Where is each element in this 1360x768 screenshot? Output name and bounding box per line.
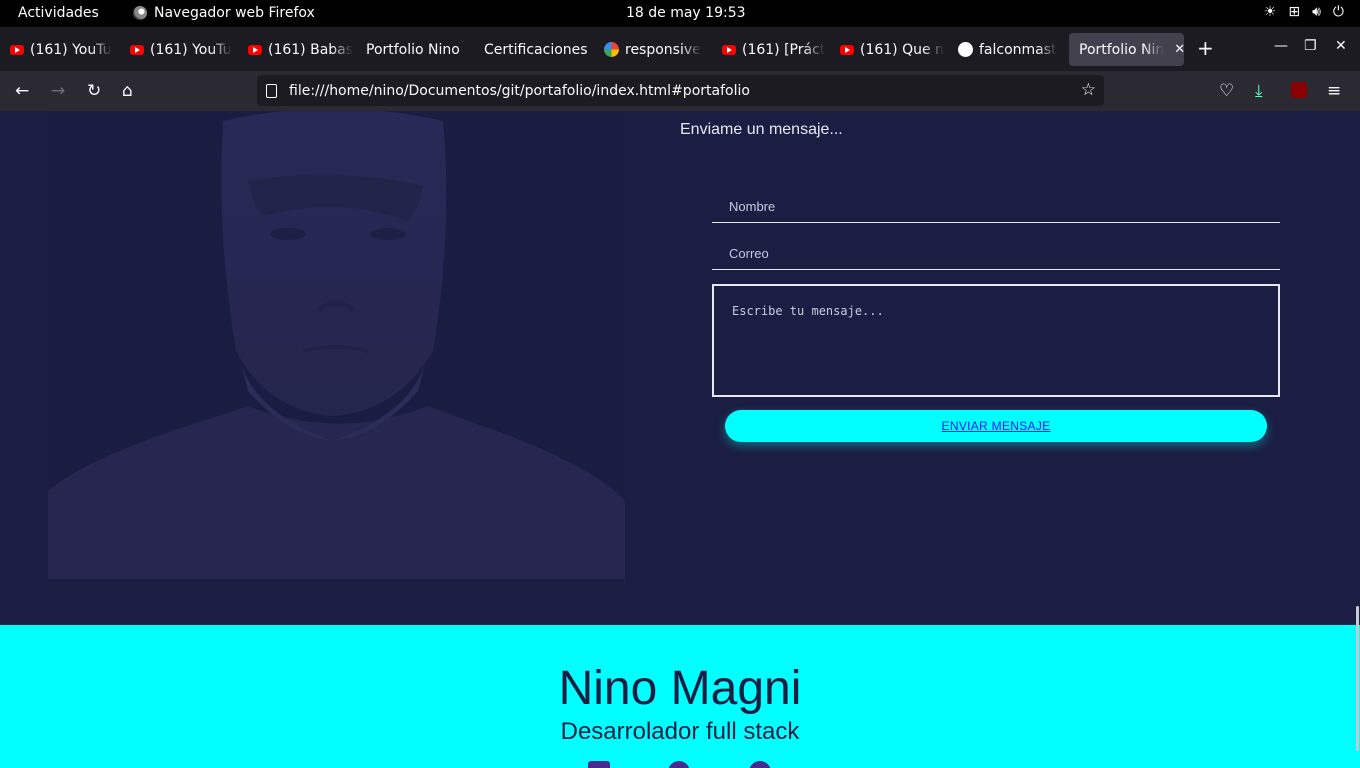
forward-arrow-icon[interactable]: → <box>51 81 65 101</box>
youtube-icon <box>248 44 262 55</box>
tab-label: falconmast <box>979 41 1057 58</box>
ublock-icon[interactable] <box>1291 82 1307 98</box>
url-text[interactable]: file:///home/nino/Documentos/git/portafo… <box>289 83 750 99</box>
bookmark-star-icon[interactable]: ☆ <box>1081 80 1096 100</box>
web-page: Enviame un mensaje... ENVIAR MENSAJE Nin… <box>0 111 1360 768</box>
brightness-icon: ☀ <box>1263 4 1277 20</box>
tab[interactable]: Portfolio Nino <box>356 33 474 66</box>
app-name: Navegador web Firefox <box>154 5 315 21</box>
network-icon: ⊞ <box>1288 4 1301 20</box>
tab-label: Certificaciones <box>484 41 588 58</box>
tab-label: Portfolio Nino <box>366 41 460 58</box>
tab-label: (161) [Práct <box>742 41 826 58</box>
tab[interactable]: Certificaciones <box>474 33 594 66</box>
tab-label: (161) YouTu <box>150 41 232 58</box>
download-icon[interactable]: ⤓ <box>1255 81 1263 101</box>
power-icon: ⏻ <box>1332 4 1344 20</box>
send-message-button[interactable]: ENVIAR MENSAJE <box>725 410 1267 442</box>
app-menu[interactable]: Navegador web Firefox <box>133 5 315 21</box>
tab-active[interactable]: Portfolio Nin ✕ <box>1069 33 1184 66</box>
youtube-icon <box>10 44 24 55</box>
close-tab-icon[interactable]: ✕ <box>1174 42 1184 57</box>
youtube-icon <box>722 44 736 55</box>
restore-icon[interactable]: ❐ <box>1304 38 1317 54</box>
menu-icon[interactable]: ≡ <box>1327 81 1341 101</box>
url-bar[interactable]: file:///home/nino/Documentos/git/portafo… <box>257 75 1104 106</box>
system-top-bar: Actividades Navegador web Firefox 18 de … <box>0 0 1360 27</box>
new-tab-button[interactable]: + <box>1197 36 1214 60</box>
tab-label: (161) Babas <box>268 41 354 58</box>
tab-strip: (161) YouTu (161) YouTu (161) Babas Port… <box>0 27 1360 71</box>
tab-label: responsive <box>625 41 701 58</box>
youtube-icon <box>840 44 854 55</box>
footer: Nino Magni Desarrolador full stack <box>0 625 1360 768</box>
reload-icon[interactable]: ↻ <box>87 81 101 101</box>
tab[interactable]: falconmast <box>948 33 1066 66</box>
linkedin-icon[interactable] <box>588 761 610 768</box>
youtube-icon <box>130 44 144 55</box>
github-icon[interactable] <box>668 761 690 768</box>
name-input[interactable] <box>712 191 1280 223</box>
tab[interactable]: (161) YouTu <box>120 33 236 66</box>
nav-bar: ← → ↻ ⌂ file:///home/nino/Documentos/git… <box>0 71 1360 111</box>
footer-name: Nino Magni <box>558 662 802 715</box>
activities-button[interactable]: Actividades <box>18 5 99 21</box>
clock[interactable]: 18 de may 19:53 <box>626 5 746 21</box>
tab[interactable]: responsive <box>594 33 710 66</box>
tab[interactable]: (161) [Práct <box>712 33 830 66</box>
email-input[interactable] <box>712 238 1280 270</box>
pocket-icon[interactable]: ♡ <box>1219 81 1234 101</box>
home-icon[interactable]: ⌂ <box>122 81 133 101</box>
tab[interactable]: (161) Babas <box>238 33 354 66</box>
minimize-icon[interactable]: — <box>1274 38 1288 54</box>
document-icon <box>266 83 277 98</box>
system-tray[interactable]: ☀ ⊞ 🔊︎ ⏻ <box>1264 4 1344 20</box>
profile-photo <box>48 111 625 579</box>
volume-icon: 🔊︎ <box>1312 4 1321 20</box>
github-icon <box>958 42 973 57</box>
instagram-icon[interactable] <box>749 761 771 768</box>
tab-label: (161) YouTu <box>30 41 112 58</box>
tab[interactable]: (161) Que n <box>830 33 948 66</box>
message-textarea[interactable] <box>712 284 1280 397</box>
contact-form-title: Enviame un mensaje... <box>680 121 843 138</box>
tab[interactable]: (161) YouTu <box>0 33 118 66</box>
back-arrow-icon[interactable]: ← <box>15 81 29 101</box>
google-icon <box>604 42 619 57</box>
firefox-icon <box>133 6 147 20</box>
tab-label: (161) Que n <box>860 41 944 58</box>
page-scrollbar[interactable] <box>1356 606 1359 751</box>
footer-role: Desarrolador full stack <box>560 718 800 745</box>
close-window-icon[interactable]: ✕ <box>1335 38 1347 54</box>
tab-label: Portfolio Nin <box>1079 41 1165 58</box>
